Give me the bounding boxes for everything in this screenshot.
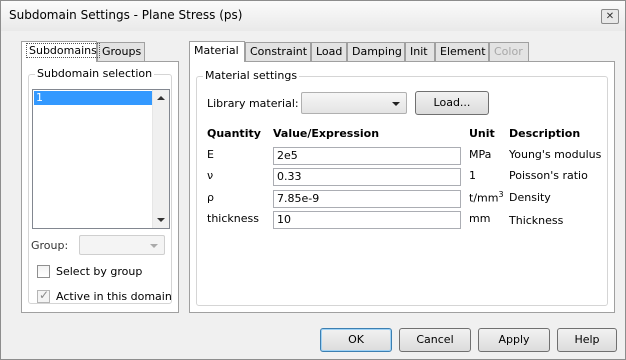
- unit-rho: t/mm3: [469, 190, 504, 205]
- tab-material-label: Material: [194, 44, 239, 57]
- value-nu-input[interactable]: 0.33: [273, 168, 461, 186]
- list-item[interactable]: 1: [34, 91, 152, 105]
- tab-constraint-label: Constraint: [250, 45, 308, 58]
- scroll-down-icon[interactable]: [157, 218, 165, 222]
- tab-constraint[interactable]: Constraint: [245, 42, 311, 62]
- ok-button[interactable]: OK: [320, 328, 392, 352]
- subdomain-listbox[interactable]: 1: [32, 89, 170, 229]
- listbox-scrollbar[interactable]: [152, 90, 169, 228]
- active-in-domain-checkbox[interactable]: ✓: [37, 288, 50, 303]
- value-rho-input[interactable]: 7.85e-9: [273, 190, 461, 208]
- quantity-header: Quantity: [207, 127, 261, 140]
- quantity-nu: ν: [207, 169, 214, 182]
- active-in-domain-label: Active in this domain: [56, 290, 172, 303]
- chevron-down-icon: [392, 102, 400, 106]
- close-icon: ✕: [605, 11, 615, 22]
- material-settings-legend: Material settings: [203, 69, 300, 82]
- description-rho: Density: [509, 191, 551, 204]
- value-e-input[interactable]: 2e5: [273, 147, 461, 165]
- group-label: Group:: [31, 239, 69, 252]
- tab-load[interactable]: Load: [311, 42, 347, 62]
- select-by-group-label: Select by group: [56, 265, 143, 278]
- tab-subdomains[interactable]: Subdomains: [21, 41, 100, 62]
- library-material-dropdown[interactable]: [301, 92, 407, 114]
- tab-element[interactable]: Element: [435, 42, 489, 62]
- tab-color-label: Color: [494, 45, 523, 58]
- close-button[interactable]: ✕: [601, 9, 619, 24]
- unit-nu: 1: [469, 169, 476, 182]
- cancel-button[interactable]: Cancel: [399, 328, 471, 352]
- material-panel: Material settings Library material: Load…: [189, 61, 615, 313]
- unit-rho-base: t/mm: [469, 191, 499, 205]
- library-material-label: Library material:: [207, 97, 299, 110]
- description-header: Description: [509, 127, 581, 140]
- value-header: Value/Expression: [273, 127, 380, 140]
- tab-groups[interactable]: Groups: [97, 42, 145, 62]
- tab-element-label: Element: [440, 45, 486, 58]
- subdomains-panel: Subdomain selection 1 Group: Select by g…: [21, 61, 179, 313]
- value-thickness-input[interactable]: 10: [273, 211, 461, 229]
- unit-rho-sup: 3: [498, 190, 504, 199]
- chevron-down-icon: [150, 244, 158, 248]
- unit-thickness: mm: [469, 212, 491, 225]
- load-button[interactable]: Load...: [415, 91, 489, 115]
- quantity-thickness: thickness: [207, 212, 259, 225]
- tab-material[interactable]: Material: [189, 41, 245, 62]
- tab-damping-label: Damping: [352, 45, 402, 58]
- tab-init[interactable]: Init: [405, 42, 435, 62]
- subdomain-selection-group: Subdomain selection 1 Group: Select by g…: [28, 67, 172, 304]
- quantity-e: E: [207, 148, 214, 161]
- help-button[interactable]: Help: [557, 328, 617, 352]
- window-title: Subdomain Settings - Plane Stress (ps): [9, 8, 243, 22]
- scroll-up-icon[interactable]: [157, 96, 165, 100]
- subdomain-selection-legend: Subdomain selection: [35, 67, 155, 80]
- tab-load-label: Load: [316, 45, 343, 58]
- dialog-window: Subdomain Settings - Plane Stress (ps) ✕…: [0, 0, 626, 360]
- group-dropdown[interactable]: [79, 235, 165, 255]
- tab-color: Color: [489, 42, 529, 62]
- title-bar[interactable]: Subdomain Settings - Plane Stress (ps) ✕: [1, 1, 625, 31]
- description-e: Young's modulus: [509, 148, 602, 161]
- tab-subdomains-label: Subdomains: [26, 43, 100, 58]
- tab-groups-label: Groups: [102, 45, 142, 58]
- description-thickness: Thickness: [509, 214, 564, 227]
- unit-header: Unit: [469, 127, 495, 140]
- description-nu: Poisson's ratio: [509, 169, 588, 182]
- select-by-group-checkbox[interactable]: [37, 265, 50, 278]
- quantity-rho: ρ: [207, 191, 214, 204]
- checkmark-icon: ✓: [39, 288, 50, 302]
- apply-button[interactable]: Apply: [478, 328, 550, 352]
- unit-e: MPa: [469, 148, 492, 161]
- tab-damping[interactable]: Damping: [347, 42, 405, 62]
- tab-init-label: Init: [410, 45, 428, 58]
- material-settings-group: Material settings Library material: Load…: [196, 69, 608, 306]
